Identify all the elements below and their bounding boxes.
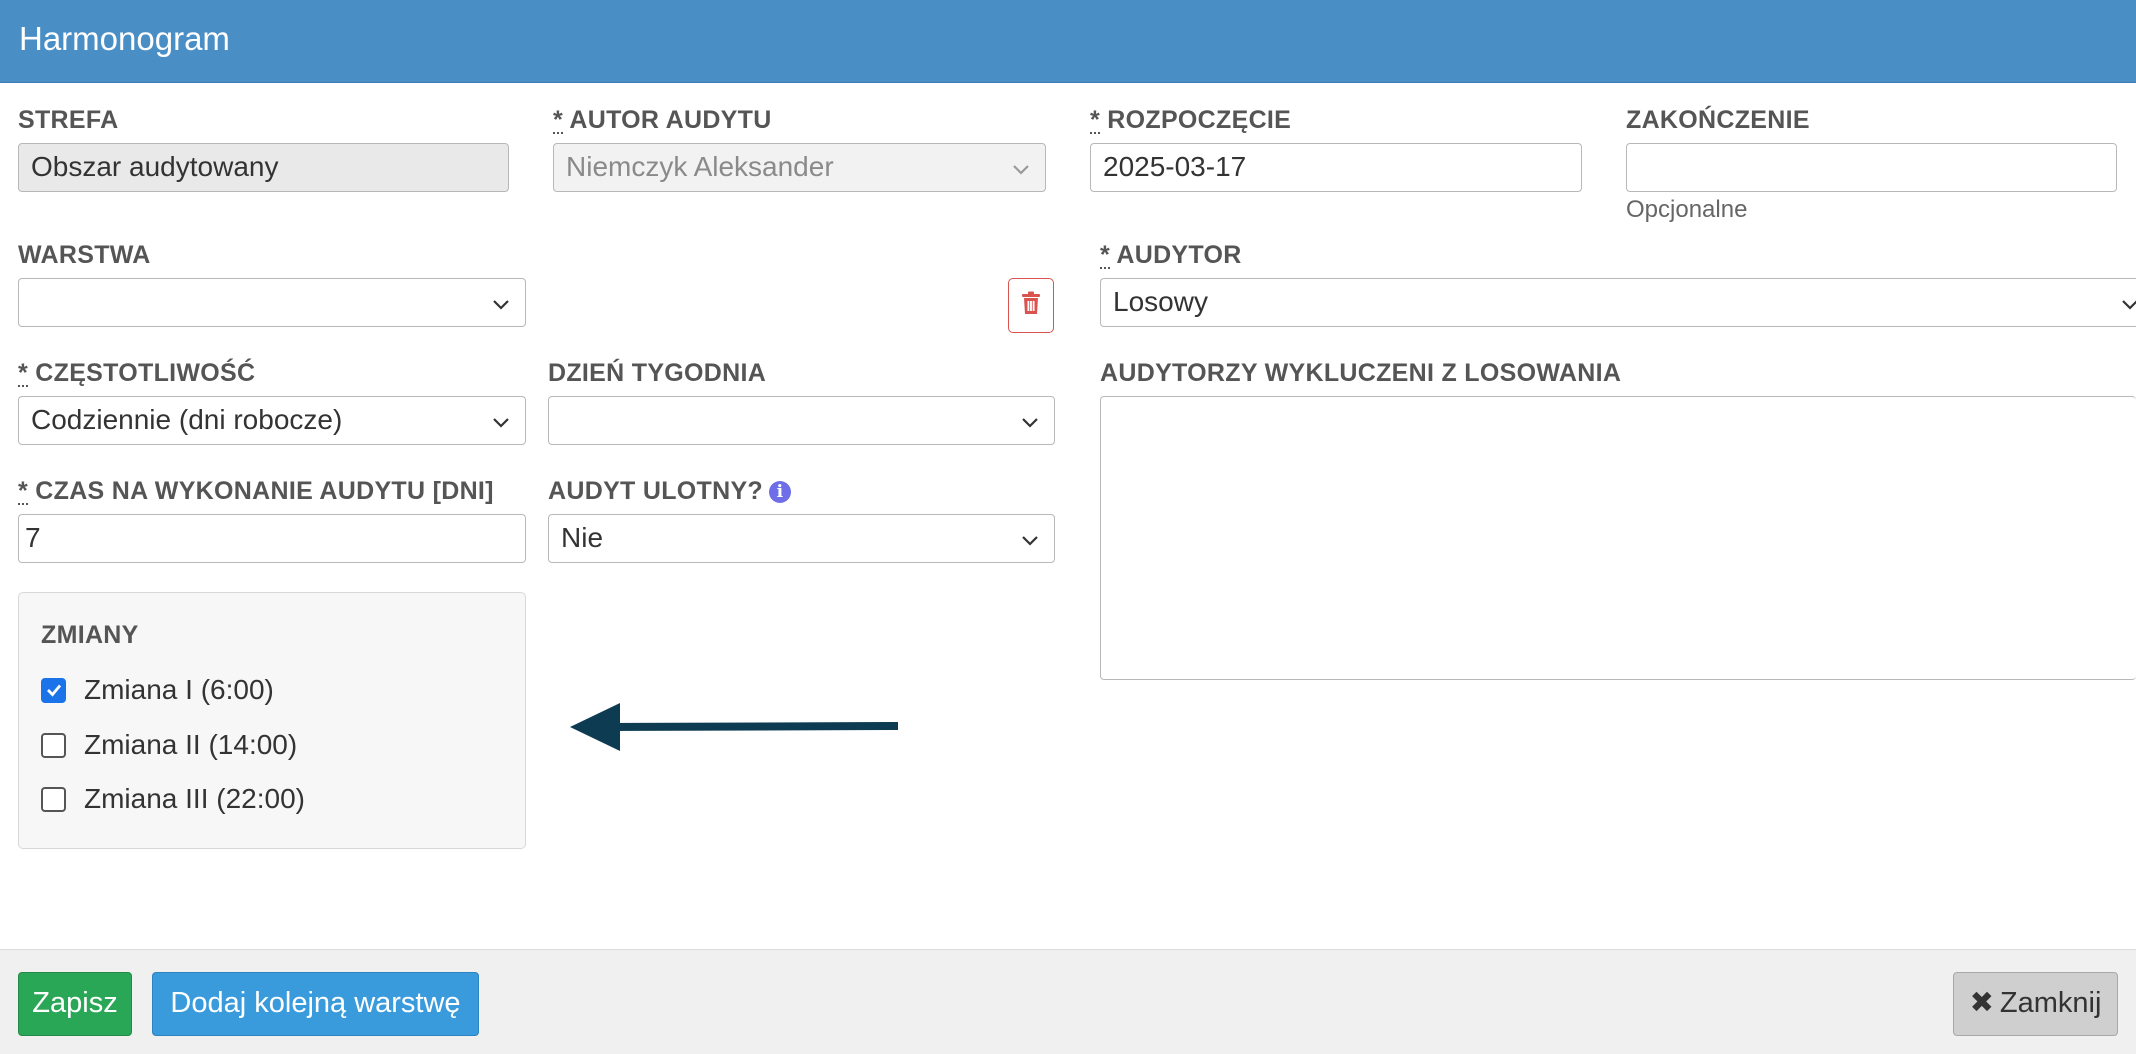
checkbox-checked[interactable] (41, 677, 66, 703)
annotation-arrow (570, 703, 899, 751)
volatile-select[interactable]: Nie (548, 514, 1055, 563)
shift-item[interactable]: Zmiana II (14:00) (41, 729, 297, 761)
chevron-down-icon (491, 412, 511, 432)
shift-label: Zmiana I (6:00) (84, 674, 274, 705)
times-icon: ✖ (1969, 987, 1994, 1019)
close-button[interactable]: ✖ Zamknij (1953, 972, 2118, 1036)
dialog-header: Harmonogram (0, 0, 2136, 83)
close-label: Zamknij (1999, 987, 2102, 1019)
frequency-select[interactable]: Codziennie (dni robocze) (18, 396, 526, 445)
weekday-label: DZIEŃ TYGODNIA (548, 359, 767, 387)
checkbox[interactable] (41, 786, 66, 812)
chevron-down-icon (1020, 412, 1040, 432)
excluded-auditors-label: AUDYTORZY WYKLUCZENI Z LOSOWANIA (1100, 359, 1622, 387)
checkbox[interactable] (41, 732, 66, 758)
end-help-text: Opcjonalne (1626, 196, 1748, 223)
auditor-label: * AUDYTOR (1100, 241, 1242, 269)
audit-author-label: * AUTOR AUDYTU (553, 106, 772, 134)
shift-label: Zmiana III (22:00) (84, 783, 305, 814)
chevron-down-icon (491, 294, 511, 314)
audit-author-select: Niemczyk Aleksander (553, 143, 1046, 192)
end-label: ZAKOŃCZENIE (1626, 106, 1810, 134)
shifts-panel: ZMIANY Zmiana I (6:00) Zmiana II (14:00)… (18, 592, 526, 849)
trash-icon (1021, 291, 1041, 320)
auditor-select[interactable]: Losowy (1100, 278, 2136, 327)
dialog-title: Harmonogram (19, 20, 230, 57)
excluded-auditors-textarea[interactable] (1100, 396, 2136, 680)
shift-item[interactable]: Zmiana I (6:00) (41, 674, 274, 706)
duration-label: * CZAS NA WYKONANIE AUDYTU [DNI] (18, 477, 494, 505)
duration-input[interactable]: 7 (18, 514, 526, 563)
end-date-input[interactable] (1626, 143, 2117, 192)
chevron-down-icon (1020, 530, 1040, 550)
dialog-footer: Zapisz Dodaj kolejną warstwę ✖ Zamknij (0, 949, 2136, 1054)
delete-layer-button[interactable] (1008, 278, 1054, 333)
info-icon[interactable]: i (769, 481, 791, 503)
shift-label: Zmiana II (14:00) (84, 729, 298, 760)
chevron-down-icon (1011, 159, 1031, 179)
shift-item[interactable]: Zmiana III (22:00) (41, 783, 305, 815)
frequency-label: * CZĘSTOTLIWOŚĆ (18, 359, 256, 387)
save-button[interactable]: Zapisz (18, 972, 132, 1036)
start-label: * ROZPOCZĘCIE (1090, 106, 1292, 134)
add-layer-button[interactable]: Dodaj kolejną warstwę (152, 972, 479, 1036)
zone-label: STREFA (18, 106, 119, 134)
shifts-title: ZMIANY (41, 621, 139, 649)
layer-label: WARSTWA (18, 241, 151, 269)
chevron-down-icon (2120, 294, 2136, 314)
start-date-input[interactable]: 2025-03-17 (1090, 143, 1582, 192)
layer-select[interactable] (18, 278, 526, 327)
volatile-label: AUDYT ULOTNY? i (548, 477, 791, 506)
zone-field: Obszar audytowany (18, 143, 509, 192)
weekday-select[interactable] (548, 396, 1055, 445)
